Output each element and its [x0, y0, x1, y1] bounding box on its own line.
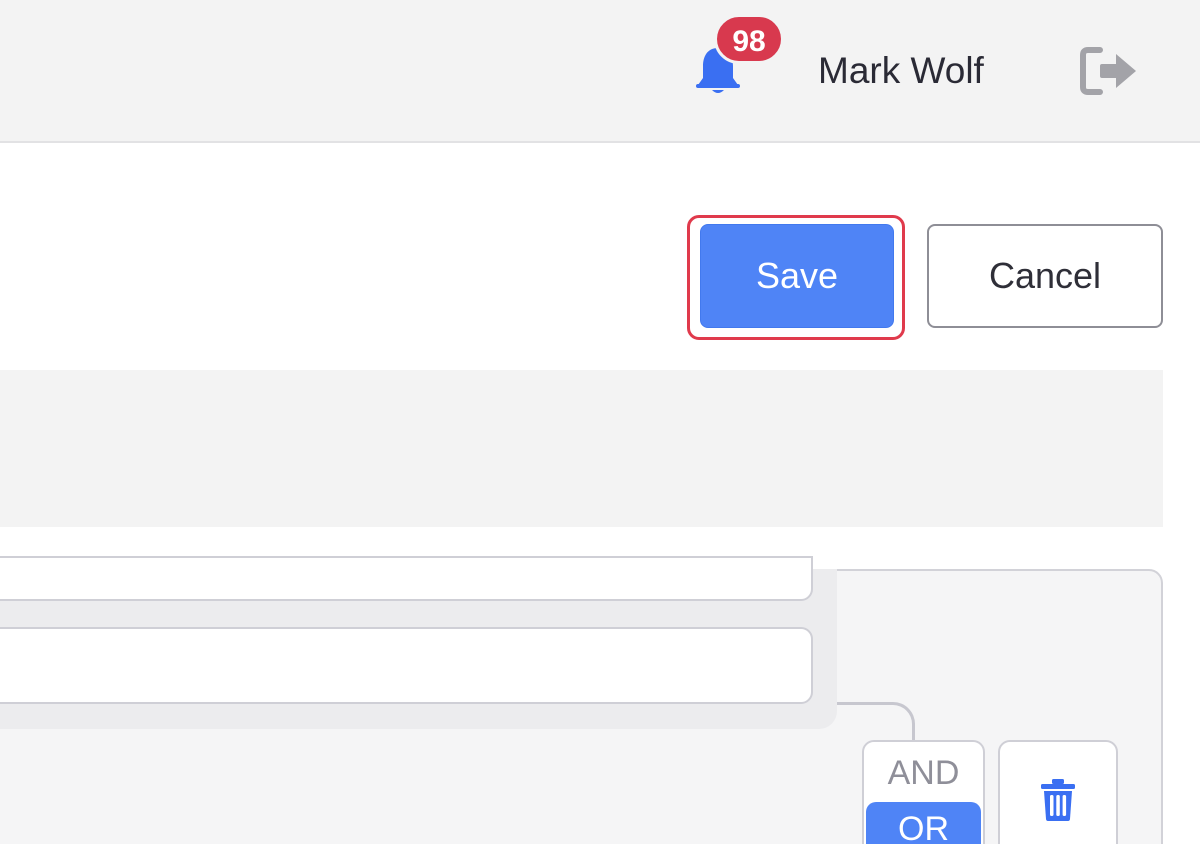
- logout-icon[interactable]: [1078, 44, 1142, 98]
- trash-icon: [1041, 779, 1075, 821]
- logic-and-option[interactable]: AND: [864, 746, 983, 800]
- user-name[interactable]: Mark Wolf: [818, 48, 984, 94]
- details-panel: [0, 370, 1163, 527]
- delete-rule-button[interactable]: [998, 740, 1118, 844]
- cancel-button[interactable]: Cancel: [927, 224, 1163, 328]
- logic-or-option[interactable]: OR: [866, 802, 981, 844]
- notification-count-badge[interactable]: 98: [714, 14, 784, 64]
- group-connector-line: [837, 702, 915, 744]
- rule-field-1[interactable]: [0, 556, 813, 601]
- rule-field-2[interactable]: [0, 627, 813, 704]
- save-button[interactable]: Save: [700, 224, 894, 328]
- app-root: 98 Mark Wolf Save Cancel AND OR: [0, 0, 1200, 844]
- logout-arrow-icon: [1080, 47, 1136, 95]
- logic-toggle: AND OR: [862, 740, 985, 844]
- top-bar: 98 Mark Wolf: [0, 0, 1200, 143]
